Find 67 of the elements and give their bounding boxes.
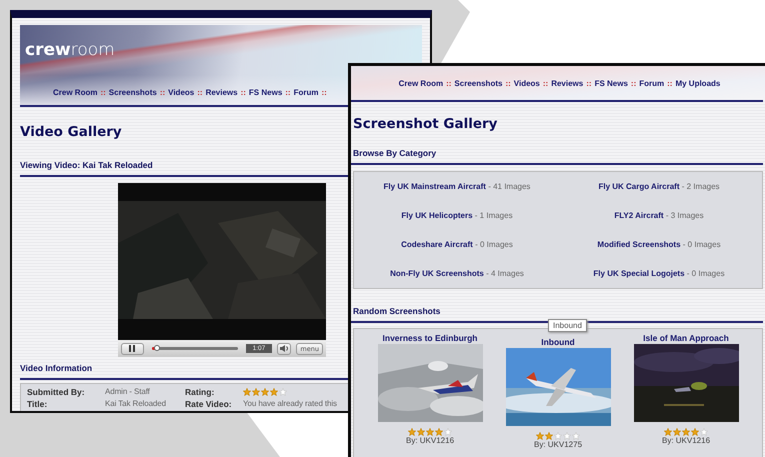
- nav-separator: ::: [542, 78, 548, 88]
- category-link[interactable]: FLY2 Aircraft: [614, 211, 664, 220]
- nav-link[interactable]: Screenshots: [454, 78, 502, 88]
- tooltip: Inbound: [548, 319, 587, 332]
- section-heading: Browse By Category: [353, 148, 438, 159]
- image-count: - 0 Images: [686, 269, 725, 278]
- image-count: - 41 Images: [488, 182, 530, 191]
- nav-separator: ::: [285, 88, 291, 97]
- nav-link[interactable]: Forum: [294, 88, 318, 97]
- field-label: Submitted By:: [27, 387, 85, 397]
- section-heading: Viewing Video: Kai Tak Reloaded: [20, 160, 154, 171]
- field-value: Kai Tak Reloaded: [105, 399, 166, 409]
- image-count: - 0 Images: [682, 240, 721, 249]
- image-count: - 2 Images: [682, 182, 720, 191]
- progress-thumb[interactable]: [154, 344, 160, 350]
- nav-separator: ::: [160, 88, 166, 97]
- nav-link[interactable]: Videos: [514, 78, 540, 88]
- nav-link[interactable]: FS News: [248, 88, 282, 97]
- image-count: - 4 Images: [486, 269, 524, 278]
- category-link[interactable]: Fly UK Mainstream Aircraft: [384, 182, 486, 191]
- screenshot-title[interactable]: Inbound: [541, 337, 575, 347]
- page-title: Screenshot Gallery: [353, 115, 498, 133]
- nav-separator: ::: [240, 88, 246, 97]
- image-count: - 1 Images: [474, 211, 513, 220]
- nav-link[interactable]: Reviews: [206, 88, 238, 97]
- nav-separator: ::: [100, 88, 106, 97]
- author-label: By: UKV1275: [534, 440, 582, 449]
- section-heading: Random Screenshots: [353, 306, 442, 317]
- author-label: By: UKV1216: [662, 436, 710, 445]
- screenshot-title[interactable]: Inverness to Edinburgh: [382, 333, 478, 343]
- nav-separator: ::: [586, 78, 592, 88]
- nav-separator: ::: [667, 78, 672, 88]
- nav-link[interactable]: Crew Room: [53, 88, 98, 97]
- speaker-icon: [280, 345, 289, 352]
- nav-separator: ::: [630, 78, 636, 88]
- pause-icon: [129, 345, 136, 352]
- pause-button[interactable]: [121, 342, 144, 354]
- category-link[interactable]: Modified Screenshots: [597, 240, 681, 249]
- nav-link[interactable]: My Uploads: [675, 78, 720, 88]
- author-label: By: UKV1216: [406, 436, 454, 445]
- nav-link[interactable]: Screenshots: [108, 88, 157, 97]
- volume-button[interactable]: [277, 342, 292, 354]
- nav-link[interactable]: Forum: [639, 78, 664, 88]
- nav-separator: ::: [505, 78, 511, 88]
- progress-track[interactable]: [152, 347, 238, 350]
- nav-link[interactable]: Videos: [168, 88, 194, 97]
- nav-separator: ::: [446, 78, 452, 88]
- screenshot-title[interactable]: Isle of Man Approach: [643, 333, 729, 343]
- nav-separator: ::: [321, 88, 327, 97]
- category-link[interactable]: Fly UK Helicopters: [401, 211, 473, 220]
- field-value: You have already rated this: [243, 399, 337, 409]
- field-label: Rating:: [185, 387, 214, 397]
- nav-link[interactable]: FS News: [594, 78, 628, 88]
- field-label: Rate Video:: [185, 399, 232, 409]
- nav-link[interactable]: Reviews: [551, 78, 584, 88]
- site-logo: crewroom: [25, 40, 115, 60]
- nav-separator: ::: [197, 88, 203, 97]
- nav-link[interactable]: Crew Room: [398, 78, 444, 88]
- section-heading: Video Information: [20, 363, 94, 374]
- image-count: - 3 Images: [666, 211, 704, 220]
- category-link[interactable]: Non-Fly UK Screenshots: [390, 269, 484, 278]
- category-link[interactable]: Fly UK Special Logojets: [593, 269, 685, 278]
- field-value: Admin - Staff: [105, 387, 150, 397]
- category-link[interactable]: Codeshare Aircraft: [401, 240, 473, 249]
- category-link[interactable]: Fly UK Cargo Aircraft: [598, 182, 680, 191]
- field-label: Title:: [27, 399, 48, 409]
- image-count: - 0 Images: [475, 240, 513, 249]
